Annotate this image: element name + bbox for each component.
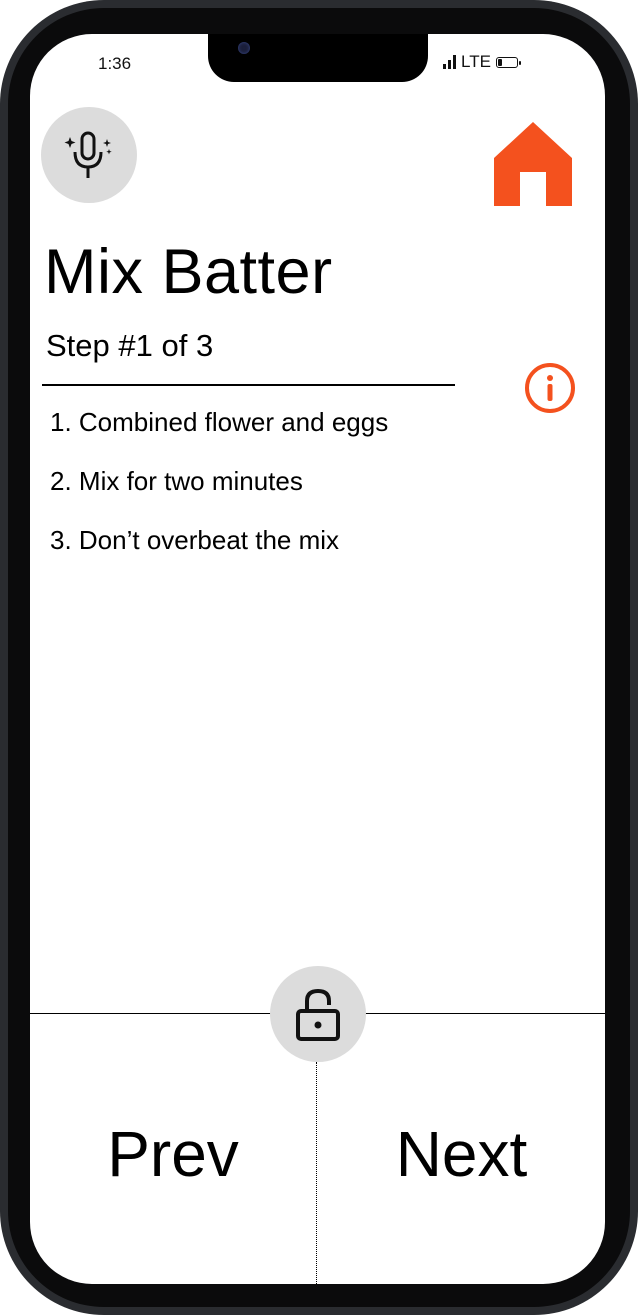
info-icon[interactable] [523, 361, 577, 415]
volume-down-button [0, 360, 4, 438]
lock-button[interactable] [270, 966, 366, 1062]
battery-level [497, 58, 502, 66]
status-indicators: LTE [443, 52, 521, 72]
front-camera [238, 42, 250, 54]
silent-switch [0, 180, 4, 220]
title-divider [42, 384, 455, 386]
signal-icon [443, 55, 456, 69]
prev-button[interactable]: Prev [30, 1064, 316, 1244]
power-button [634, 320, 638, 440]
notch [208, 34, 428, 82]
battery-icon [495, 56, 521, 68]
screen: 1:36 LTE Mix Batter Step #1 of 3 1. Comb… [30, 34, 605, 1284]
list-item: 1. Combined flower and eggs [50, 407, 389, 437]
list-item: 3. Don’t overbeat the mix [50, 525, 340, 555]
list-item: 2. Mix for two minutes [50, 466, 303, 496]
step-indicator: Step #1 of 3 [46, 328, 214, 363]
network-label: LTE [461, 52, 491, 71]
next-button[interactable]: Next [318, 1064, 605, 1244]
lock-icon [296, 988, 340, 1041]
page-title: Mix Batter [44, 237, 333, 307]
home-icon[interactable] [492, 120, 574, 208]
status-time: 1:36 [98, 54, 132, 73]
voice-assistant-mic-sparkle-icon [64, 131, 112, 178]
voice-assistant-button[interactable] [41, 107, 137, 203]
volume-up-button [0, 262, 4, 340]
nav-divider [316, 1062, 317, 1284]
phone-frame: 1:36 LTE Mix Batter Step #1 of 3 1. Comb… [0, 0, 638, 1315]
instruction-list: 1. Combined flower and eggs 2. Mix for t… [50, 404, 388, 581]
